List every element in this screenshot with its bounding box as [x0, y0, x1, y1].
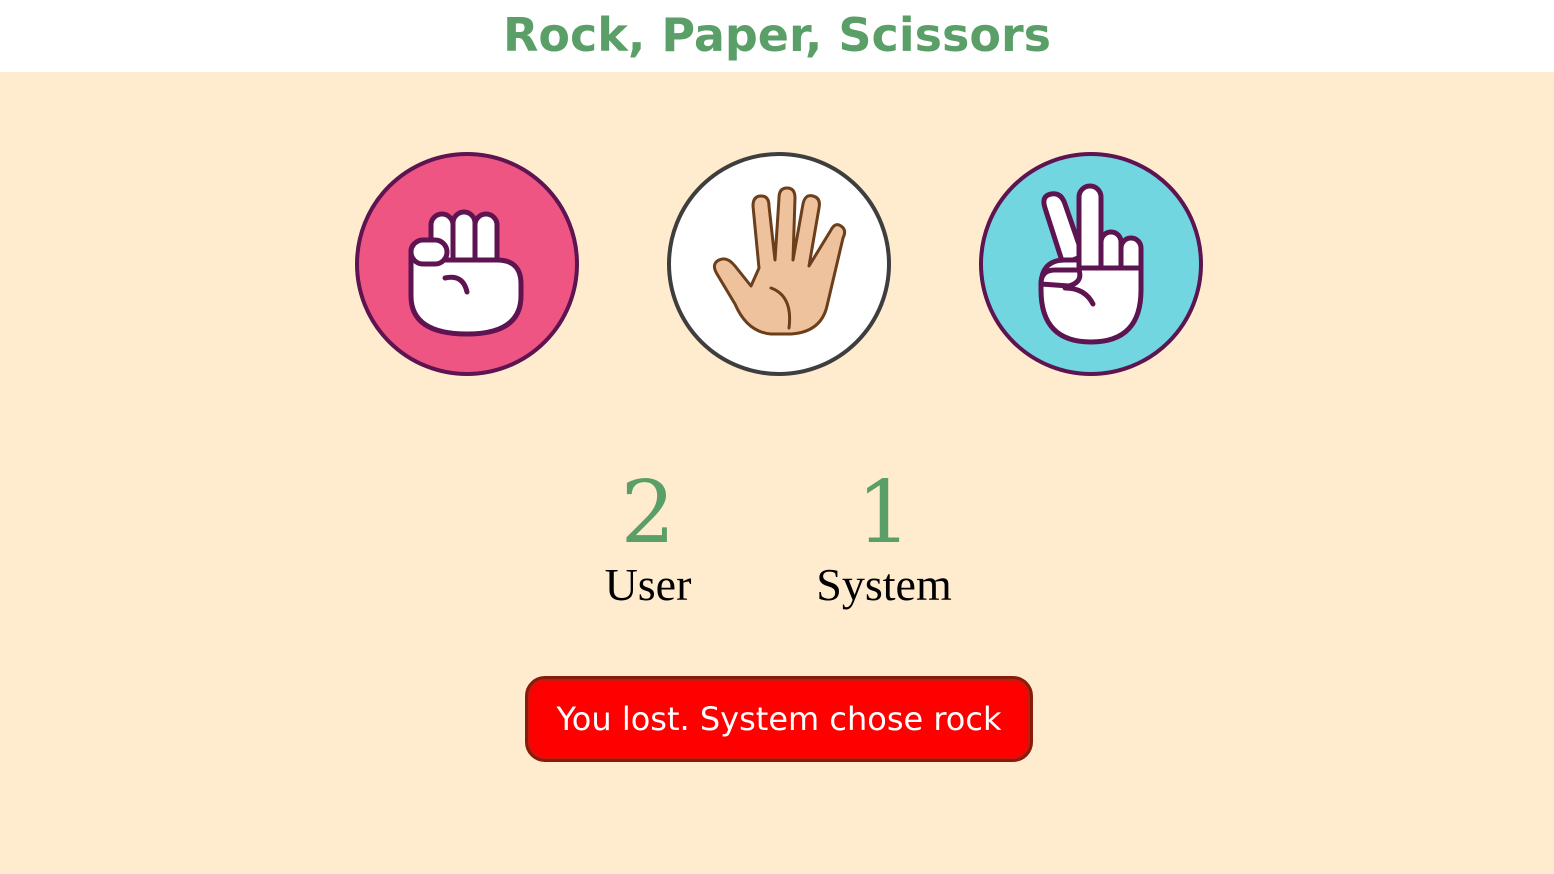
user-score-value: 2	[620, 463, 676, 563]
header: Rock, Paper, Scissors	[0, 0, 1554, 72]
paper-button[interactable]	[667, 152, 891, 376]
system-score-label: System	[816, 559, 952, 610]
user-score: 2 User	[548, 468, 748, 612]
rock-button[interactable]	[355, 152, 579, 376]
system-score-value: 1	[856, 463, 912, 563]
page-title: Rock, Paper, Scissors	[502, 8, 1052, 62]
fist-icon	[408, 209, 524, 337]
user-score-label: User	[604, 559, 692, 610]
result-message: You lost. System chose rock	[525, 676, 1033, 762]
system-score: 1 System	[784, 468, 984, 612]
peace-hand-icon	[1038, 183, 1144, 345]
open-hand-icon	[712, 186, 847, 336]
scissors-button[interactable]	[979, 152, 1203, 376]
